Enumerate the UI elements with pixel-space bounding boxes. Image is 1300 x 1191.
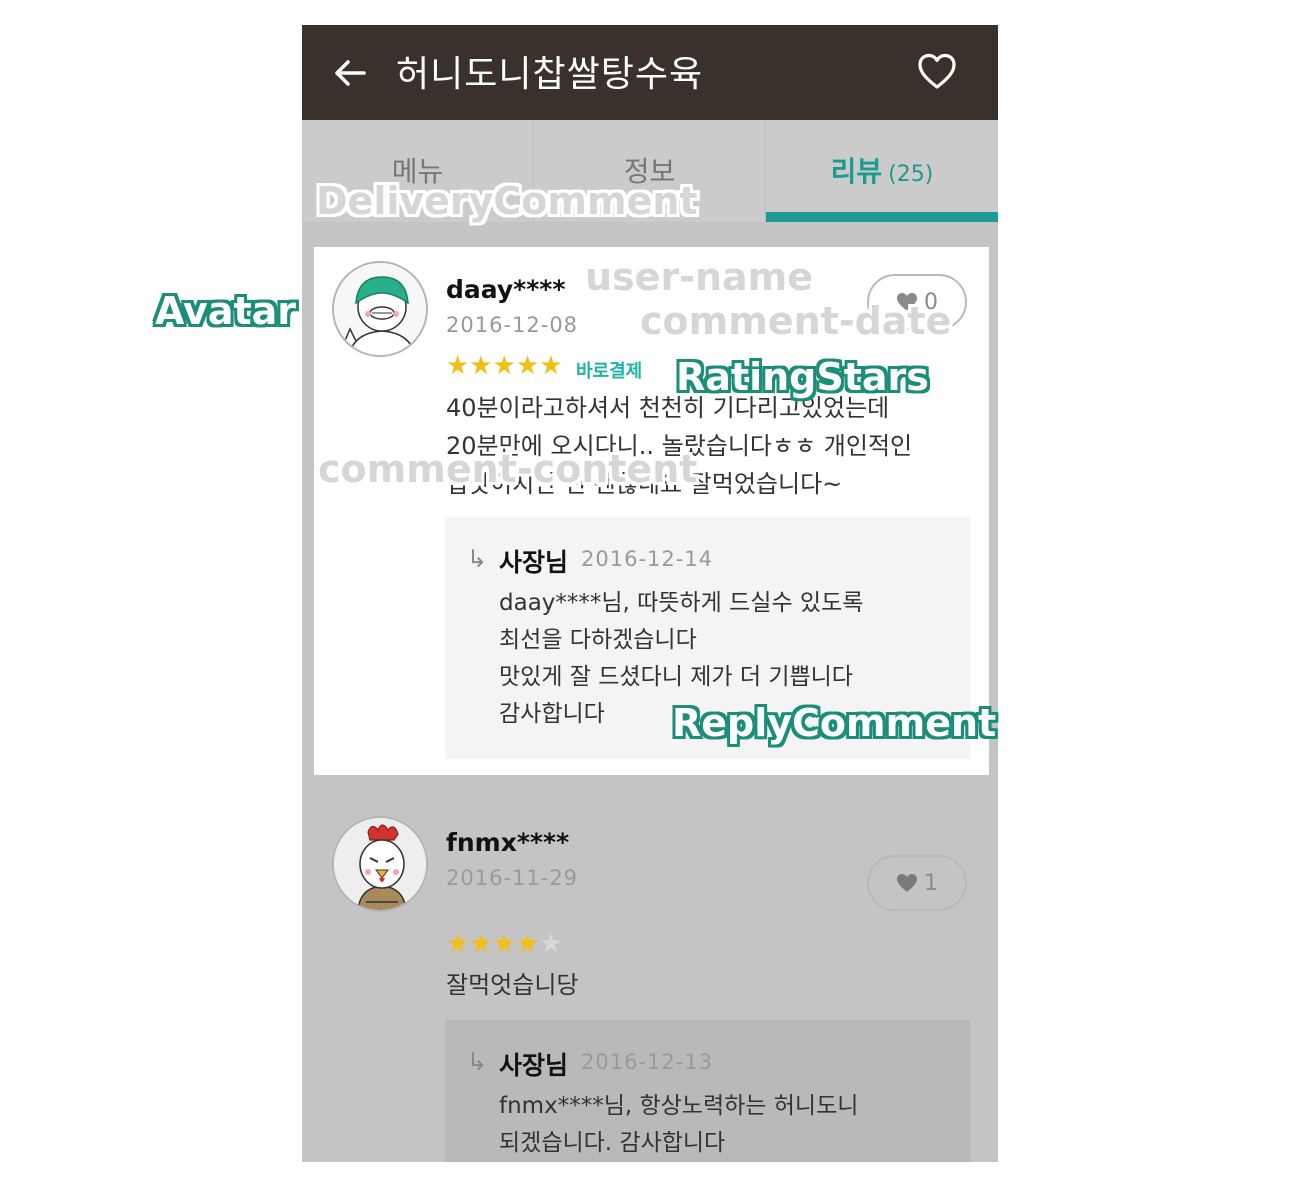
like-button[interactable]: 1 xyxy=(867,855,967,911)
direct-payment-badge: 바로결제 xyxy=(576,361,643,382)
user-name: fnmx**** xyxy=(446,828,570,857)
annotation-reply-comment: ReplyComment xyxy=(672,701,997,745)
reply-line: 최선을 다하겠습니다 xyxy=(499,627,697,653)
comment-date: 2016-12-08 xyxy=(446,313,579,337)
comment-line: 잘먹엇습니당 xyxy=(446,971,579,999)
review-item: fnmx**** 2016-11-29 1 ★★★★ ★ 잘먹엇습니당 ↳ 사장님… xyxy=(302,800,998,1162)
annotation-comment-content: comment-content xyxy=(318,447,698,491)
rating-stars: ★★★★★ xyxy=(446,930,563,958)
reply-author: 사장님 xyxy=(499,1051,569,1080)
tab-reviews-count: (25) xyxy=(888,162,934,187)
heart-outline-icon xyxy=(918,53,956,89)
comment-content: 잘먹엇습니당 xyxy=(446,966,966,1004)
page-title: 허니도니찹쌀탕수육 xyxy=(396,54,704,95)
avatar[interactable] xyxy=(332,816,428,912)
comment-date: 2016-11-29 xyxy=(446,866,579,890)
rating-stars-filled: ★★★★★ xyxy=(446,351,563,381)
reply-line: daay****님, 따뜻하게 드실수 있도록 xyxy=(499,590,864,616)
rating-stars-empty: ★ xyxy=(539,929,563,959)
reply-line: fnmx****님, 항상노력하는 허니도니 xyxy=(499,1093,859,1119)
rating-stars: ★★★★★ xyxy=(446,352,563,380)
user-name: daay**** xyxy=(446,275,566,304)
reply-date: 2016-12-13 xyxy=(581,1050,714,1074)
arrow-left-icon xyxy=(335,60,366,86)
reply-date: 2016-12-14 xyxy=(581,547,714,571)
reply-comment: ↳ 사장님 2016-12-13 fnmx****님, 항상노력하는 허니도니 … xyxy=(445,1020,970,1162)
favorite-button[interactable] xyxy=(916,51,958,93)
heart-filled-icon xyxy=(897,874,917,892)
rating-stars-filled: ★★★★ xyxy=(446,929,540,959)
top-bar: 허니도니찹쌀탕수육 xyxy=(302,25,998,120)
avatar[interactable] xyxy=(332,261,428,357)
reply-line: 되겠습니다. 감사합니다 xyxy=(499,1130,726,1156)
reply-author: 사장님 xyxy=(499,548,569,577)
annotation-user-name: user-name xyxy=(585,255,814,299)
annotation-rating-stars: RatingStars xyxy=(676,355,929,399)
tab-reviews[interactable]: 리뷰 (25) xyxy=(766,120,998,222)
annotation-avatar: Avatar xyxy=(155,289,297,333)
annotation-delivery-comment: DeliveryComment xyxy=(316,179,698,223)
like-count: 1 xyxy=(924,870,938,896)
reply-arrow-icon: ↳ xyxy=(467,1048,488,1076)
avatar-helmet-character-icon xyxy=(334,263,426,355)
reply-content: fnmx****님, 항상노력하는 허니도니 되겠습니다. 감사합니다 xyxy=(499,1088,959,1162)
tab-reviews-label: 리뷰 xyxy=(830,155,883,188)
active-tab-indicator xyxy=(766,212,998,222)
back-button[interactable] xyxy=(330,53,370,93)
reply-line: 맛있게 잘 드셨다니 제가 더 기쁩니다 xyxy=(499,664,853,690)
annotation-comment-date: comment-date xyxy=(640,299,952,343)
avatar-rooster-character-icon xyxy=(334,818,426,910)
reply-arrow-icon: ↳ xyxy=(467,545,488,573)
